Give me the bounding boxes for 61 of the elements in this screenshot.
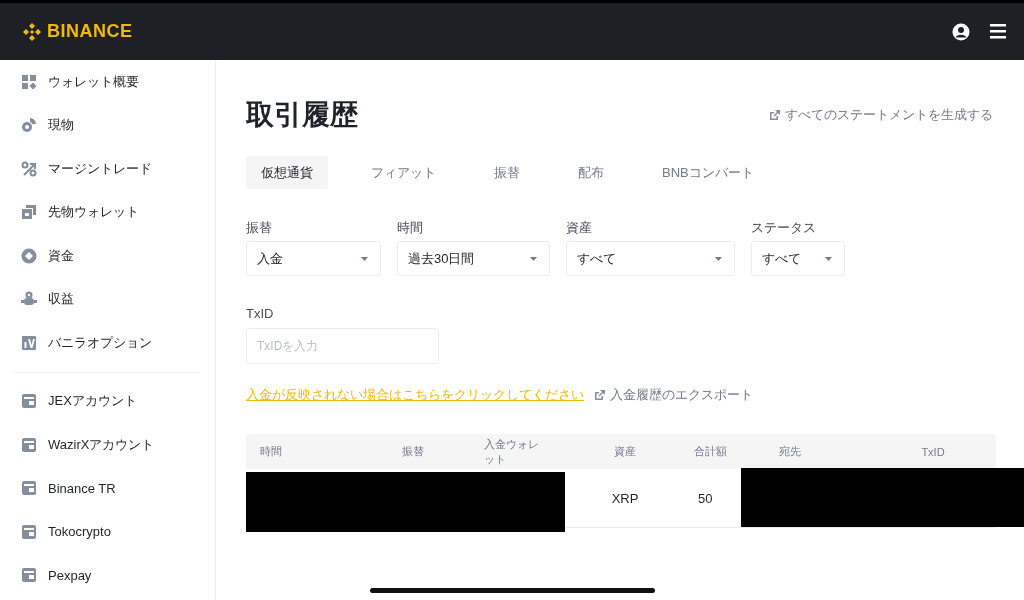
- caret-icon: [530, 256, 537, 261]
- column-header: 宛先: [778, 444, 802, 459]
- column-header: TxID: [920, 445, 946, 458]
- tab[interactable]: BNBコンバート: [647, 156, 769, 189]
- tab[interactable]: 配布: [563, 156, 619, 189]
- table-cell-text: 50: [697, 490, 714, 506]
- column-header: 合計額: [693, 444, 728, 459]
- coin-icon: [21, 247, 37, 264]
- filter-dropdown[interactable]: すべて: [566, 241, 735, 276]
- grid-icon: [21, 73, 37, 90]
- caret-icon: [715, 256, 722, 261]
- menu-icon[interactable]: [990, 24, 1006, 39]
- generate-statement-link[interactable]: すべてのステートメントを生成する: [769, 106, 993, 124]
- column-header: 資産: [613, 444, 637, 459]
- filter-dropdown[interactable]: 過去30日間: [397, 241, 550, 276]
- sidebar-item[interactable]: 現物: [0, 103, 215, 147]
- sidebar-item[interactable]: バニラオプション: [0, 321, 215, 365]
- caret-icon: [361, 256, 368, 261]
- sidebar-item[interactable]: JEXアカウント: [0, 379, 215, 423]
- filter-label: ステータス: [751, 219, 817, 235]
- filter-label: 振替: [246, 219, 273, 235]
- sidebar-item[interactable]: マージントレード: [0, 147, 215, 191]
- percent-icon: [21, 160, 37, 177]
- page-title: 取引履歴: [246, 98, 358, 132]
- wallet-icon: [21, 436, 37, 453]
- filter-dropdown[interactable]: 入金: [246, 241, 381, 276]
- external-link-icon: [594, 389, 605, 401]
- coins-icon: [21, 117, 37, 134]
- sidebar-item[interactable]: 資金: [0, 234, 215, 278]
- tab[interactable]: 仮想通貨: [246, 156, 328, 189]
- tab[interactable]: 振替: [479, 156, 535, 189]
- column-header: 入金ウォレット: [483, 436, 540, 467]
- brand-logo[interactable]: BINANCE: [47, 21, 133, 42]
- export-link[interactable]: 入金履歴のエクスポート: [594, 386, 753, 404]
- caret-icon: [825, 256, 832, 261]
- filter-label: 資産: [566, 219, 593, 235]
- filter-label: 時間: [397, 219, 424, 235]
- sidebar-item[interactable]: 収益: [0, 277, 215, 321]
- txid-label: TxID: [246, 306, 275, 322]
- table-cell-text: XRP: [610, 490, 640, 506]
- sidebar-item[interactable]: Tokocrypto: [0, 510, 215, 554]
- txid-input-field[interactable]: TxIDを入力: [246, 328, 439, 364]
- card-stack-icon: [21, 204, 37, 221]
- sidebar-item[interactable]: Pexpay: [0, 553, 215, 597]
- filter-dropdown[interactable]: すべて: [751, 241, 845, 276]
- tab[interactable]: フィアット: [356, 156, 451, 189]
- sidebar-item[interactable]: Binance TR: [0, 466, 215, 510]
- wallet-icon: [21, 567, 37, 584]
- user-icon[interactable]: [952, 22, 970, 41]
- options-icon: [21, 334, 37, 351]
- wallet-icon: [21, 480, 37, 497]
- column-header: 時間: [259, 444, 283, 459]
- external-link-icon: [769, 109, 780, 121]
- sidebar-item[interactable]: 先物ウォレット: [0, 190, 215, 234]
- robot-icon: [21, 291, 37, 308]
- sidebar-item[interactable]: WazirXアカウント: [0, 423, 215, 467]
- column-header: 振替: [401, 444, 425, 459]
- wallet-icon: [21, 393, 37, 410]
- sidebar-item[interactable]: ウォレット概要: [0, 60, 215, 104]
- wallet-icon: [21, 523, 37, 540]
- logo-icon: [22, 21, 42, 42]
